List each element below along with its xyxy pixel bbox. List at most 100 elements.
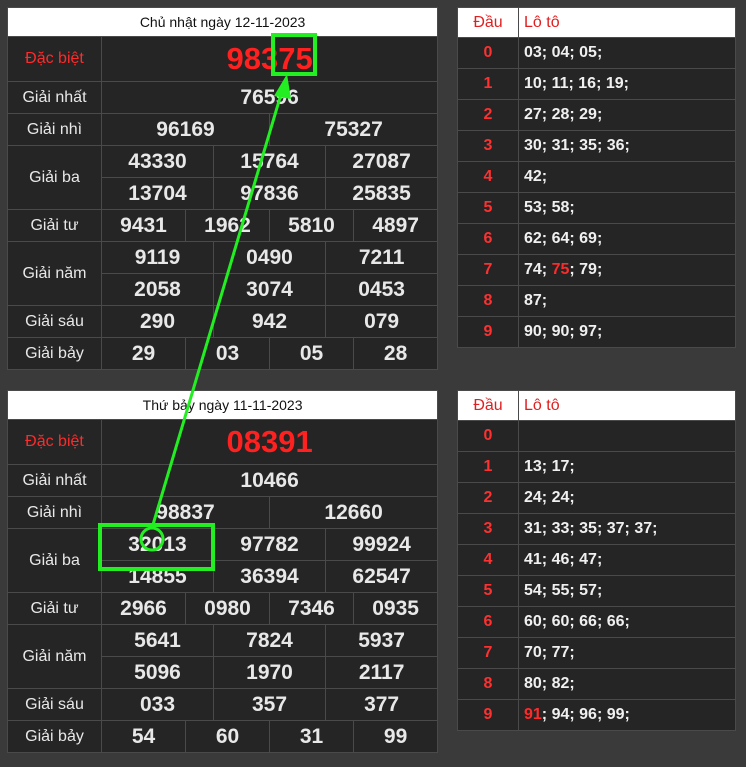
loto-number: 97 [579,323,597,340]
dau-digit: 9 [457,316,519,348]
dau-header: Đầu [457,7,519,38]
prize-label: Giải nhì [7,113,102,146]
loto-values: 60; 60; 66; 66; [518,606,736,638]
prize-number: 99924 [324,528,439,561]
prize-number: 942 [213,305,326,338]
loto-row: 6 60; 60; 66; 66; [457,606,736,638]
loto-header: Lô tô [518,390,736,421]
loto-number: 35 [579,520,597,537]
dau-digit: 5 [457,192,519,224]
prize-number: 1962 [185,209,270,242]
special-prize-label: Đặc biệt [7,419,102,465]
prize-label: Giải nhất [7,464,102,497]
prize-number: 0935 [352,592,439,625]
loto-number: 82 [551,675,570,692]
dau-digit: 9 [457,699,519,731]
prize-label: Giải ba [7,145,102,210]
loto-values: 80; 82; [518,668,736,700]
loto-values: 42; [518,161,736,193]
prize-label: Giải sáu [7,305,102,338]
loto-number: 37 [634,520,653,537]
prize-label: Giải nhất [7,81,102,114]
loto-number: 70 [524,644,542,661]
loto-number: 94 [551,706,570,723]
dau-digit: 6 [457,606,519,638]
loto-number: 10 [524,75,542,92]
prize-number: 0490 [213,241,326,274]
loto-number: 62 [524,230,542,247]
prize-number: 4897 [352,209,439,242]
prize-number: 12660 [268,496,439,529]
loto-row: 0 [457,420,736,452]
loto-number: 24 [551,489,570,506]
loto-values: 90; 90; 97; [518,316,736,348]
prize-number: 31 [269,720,354,753]
loto-number: 55 [551,582,570,599]
loto-number: 24 [524,489,542,506]
loto-grid: Đầu Lô tô 0 1 13; 17; 2 24; 24; 3 31; 33; 35; … [457,390,736,731]
loto-number: 29 [579,106,597,123]
loto-row: 1 13; 17; [457,451,736,483]
prize-number: 079 [324,305,439,338]
loto-row: 2 27; 28; 29; [457,99,736,131]
prize-label: Giải bảy [7,720,102,753]
loto-number: 75 [551,261,570,278]
loto-number: 33 [551,520,570,537]
prize-number: 97836 [213,177,326,210]
loto-values: 70; 77; [518,637,736,669]
dau-digit: 7 [457,254,519,286]
loto-values: 30; 31; 35; 36; [518,130,736,162]
loto-grid: Đầu Lô tô 0 03; 04; 05; 1 10; 11; 16; 19; 22… [457,7,736,348]
loto-number: 79 [579,261,597,278]
dau-digit: 4 [457,161,519,193]
prize-number: 5937 [324,624,439,657]
loto-number: 57 [579,582,597,599]
prize-number: 377 [324,688,439,721]
prize-number: 290 [101,305,214,338]
loto-row: 0 03; 04; 05; [457,37,736,69]
loto-number: 42 [524,168,542,185]
dau-digit: 4 [457,544,519,576]
special-prize-number: 08391 [100,419,439,465]
prize-number: 29 [101,337,186,370]
prize-label: Giải năm [7,624,102,689]
loto-row: 4 42; [457,161,736,193]
results-table-12-11-2023: Chủ nhật ngày 12-11-2023 Đặc biệt 98375 Giả… [6,7,439,370]
loto-row: 2 24; 24; [457,482,736,514]
loto-number: 87 [524,292,542,309]
prize-number: 62547 [324,560,439,593]
prize-number: 3074 [213,273,326,306]
loto-values: 10; 11; 16; 19; [518,68,736,100]
prize-label: Giải ba [7,528,102,593]
dau-digit: 2 [457,99,519,131]
loto-number: 99 [606,706,625,723]
loto-row: 5 54; 55; 57; [457,575,736,607]
loto-number: 60 [551,613,570,630]
dau-header: Đầu [457,390,519,421]
dau-digit: 5 [457,575,519,607]
prize-number: 0980 [185,592,270,625]
dau-digit: 7 [457,637,519,669]
loto-values: 24; 24; [518,482,736,514]
loto-table-11-11-2023: Đầu Lô tô 0 1 13; 17; 2 24; 24; 3 31; 33; 35; … [457,390,736,731]
loto-values: 31; 33; 35; 37; 37; [518,513,736,545]
dau-digit: 8 [457,285,519,317]
draw-date-title: Chủ nhật ngày 12-11-2023 [6,7,439,37]
prize-number: 357 [213,688,326,721]
loto-number: 35 [579,137,597,154]
loto-number: 60 [524,613,542,630]
prize-number: 7824 [213,624,326,657]
loto-table-12-11-2023: Đầu Lô tô 0 03; 04; 05; 1 10; 11; 16; 19; 22… [457,7,736,348]
loto-number: 46 [551,551,570,568]
loto-row: 7 74; 75; 79; [457,254,736,286]
prize-number: 36394 [213,560,326,593]
prize-number: 03 [185,337,270,370]
prize-label: Giải sáu [7,688,102,721]
prize-number: 7211 [324,241,439,274]
prize-number: 05 [269,337,354,370]
prize-number: 60 [185,720,270,753]
loto-row: 6 62; 64; 69; [457,223,736,255]
loto-number: 69 [579,230,597,247]
prize-number: 033 [101,688,214,721]
prize-number: 13704 [101,177,214,210]
